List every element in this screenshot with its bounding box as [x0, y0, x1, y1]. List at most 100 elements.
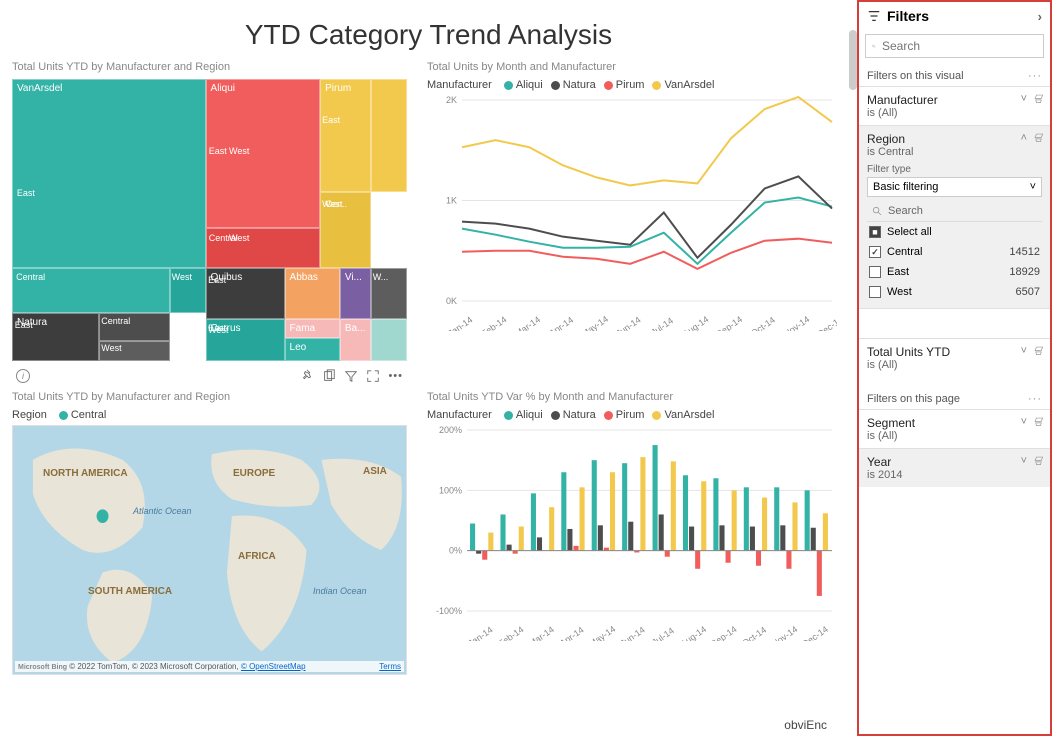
- report-canvas: YTD Category Trend Analysis Total Units …: [0, 0, 857, 736]
- osm-link[interactable]: © OpenStreetMap: [241, 662, 306, 671]
- terms-link[interactable]: Terms: [379, 662, 401, 671]
- bar-legend: Manufacturer AliquiNaturaPirumVanArsdel: [427, 409, 845, 421]
- treemap-cell[interactable]: CurrusEastWest: [206, 319, 285, 361]
- treemap-cell[interactable]: Leo: [285, 338, 340, 361]
- filter-option[interactable]: East18929: [867, 262, 1042, 282]
- filter-type-select[interactable]: Basic filtering˅: [867, 177, 1042, 197]
- chevron-up-icon[interactable]: ˄: [1021, 132, 1027, 144]
- svg-text:Aug-14: Aug-14: [681, 314, 711, 331]
- line-chart-visual[interactable]: Total Units by Month and Manufacturer Ma…: [427, 61, 845, 361]
- svg-text:-100%: -100%: [436, 606, 462, 616]
- svg-text:Jun-14: Jun-14: [618, 625, 646, 641]
- more-icon[interactable]: ···: [1028, 393, 1042, 405]
- map-visual[interactable]: Total Units YTD by Manufacturer and Regi…: [12, 391, 407, 676]
- treemap-cell[interactable]: [371, 79, 407, 192]
- treemap-cell[interactable]: AliquiEastWest: [206, 79, 321, 228]
- filter-icon[interactable]: [344, 369, 358, 383]
- search-input[interactable]: [882, 39, 1037, 53]
- treemap-cell[interactable]: West: [170, 268, 206, 313]
- viz-title: Total Units YTD Var % by Month and Manuf…: [427, 391, 845, 403]
- page-filters-section: Filters on this page···: [859, 389, 1050, 409]
- scrollbar[interactable]: [849, 30, 857, 90]
- svg-text:Apr-14: Apr-14: [558, 625, 586, 641]
- svg-text:Jun-14: Jun-14: [614, 315, 642, 331]
- page-title: YTD Category Trend Analysis: [4, 19, 853, 51]
- svg-text:Jan-14: Jan-14: [446, 315, 474, 331]
- clear-icon[interactable]: [1033, 345, 1044, 356]
- pin-icon[interactable]: [300, 369, 314, 383]
- svg-text:Nov-14: Nov-14: [782, 314, 812, 331]
- visual-toolbar: i •••: [12, 367, 407, 385]
- svg-text:Apr-14: Apr-14: [547, 315, 575, 331]
- map-body[interactable]: NORTH AMERICA EUROPE ASIA AFRICA SOUTH A…: [12, 425, 407, 675]
- treemap-cell[interactable]: VanArsdelEast: [12, 79, 206, 268]
- more-icon[interactable]: •••: [388, 370, 403, 382]
- treemap-cell[interactable]: Central: [99, 313, 170, 341]
- search-icon: [872, 40, 876, 53]
- treemap-cell[interactable]: WestCen..: [320, 192, 371, 268]
- treemap-cell[interactable]: Ba...: [340, 319, 372, 361]
- focus-icon[interactable]: [366, 369, 380, 383]
- treemap-body[interactable]: VanArsdelEastCentralWestNaturaEastCentra…: [12, 79, 407, 361]
- filter-card-region[interactable]: ˄ Region is Central Filter type Basic fi…: [859, 125, 1050, 308]
- clear-icon[interactable]: [1033, 416, 1044, 427]
- chevron-down-icon[interactable]: ˅: [1021, 93, 1027, 105]
- filter-pane-icon: [867, 9, 881, 23]
- treemap-cell[interactable]: Vi...: [340, 268, 372, 319]
- svg-text:Nov-14: Nov-14: [770, 624, 800, 641]
- treemap-cell[interactable]: West: [99, 341, 170, 361]
- treemap-cell[interactable]: CentralWest: [206, 228, 321, 267]
- treemap-cell[interactable]: QuibusEast: [206, 268, 285, 319]
- chevron-down-icon: ˅: [1030, 181, 1036, 193]
- bar-chart-visual[interactable]: Total Units YTD Var % by Month and Manuf…: [427, 391, 845, 676]
- filters-pane: Filters › Filters on this visual··· ˅ Ma…: [857, 0, 1052, 736]
- treemap-visual[interactable]: Total Units YTD by Manufacturer and Regi…: [12, 61, 407, 361]
- svg-text:Oct-14: Oct-14: [749, 315, 777, 331]
- clear-icon[interactable]: [1033, 93, 1044, 104]
- treemap-cell[interactable]: [371, 319, 407, 361]
- more-icon[interactable]: ···: [1028, 70, 1042, 82]
- svg-text:1K: 1K: [446, 196, 457, 206]
- clear-icon[interactable]: [1033, 455, 1044, 466]
- checkbox[interactable]: [869, 266, 881, 278]
- chevron-down-icon[interactable]: ˅: [1021, 345, 1027, 357]
- chevron-down-icon[interactable]: ˅: [1021, 416, 1027, 428]
- svg-text:Sep-14: Sep-14: [715, 314, 745, 331]
- treemap-cell[interactable]: Abbas: [285, 268, 340, 319]
- chevron-down-icon[interactable]: ˅: [1021, 455, 1027, 467]
- collapse-icon[interactable]: ›: [1038, 9, 1042, 24]
- svg-text:0%: 0%: [449, 546, 462, 556]
- checkbox[interactable]: ■: [869, 226, 881, 238]
- filter-option[interactable]: West6507: [867, 282, 1042, 302]
- treemap-cell[interactable]: Central: [12, 268, 170, 313]
- map-legend: Region Central: [12, 409, 407, 421]
- svg-text:May-14: May-14: [587, 624, 617, 641]
- treemap-cell[interactable]: NaturaEast: [12, 313, 99, 361]
- svg-text:100%: 100%: [439, 485, 462, 495]
- treemap-cell[interactable]: PirumEast: [320, 79, 371, 192]
- treemap-cell[interactable]: W...: [371, 268, 407, 319]
- filter-option[interactable]: ■Select all: [867, 222, 1042, 242]
- filter-card-manufacturer[interactable]: ˅ Manufacturer is (All): [859, 86, 1050, 125]
- svg-text:Mar-14: Mar-14: [513, 314, 542, 331]
- filter-options-search[interactable]: Search: [867, 201, 1042, 222]
- filter-option[interactable]: Central14512: [867, 242, 1042, 262]
- treemap-cell[interactable]: Fama: [285, 319, 340, 339]
- viz-title: Total Units YTD by Manufacturer and Regi…: [12, 61, 407, 73]
- checkbox[interactable]: [869, 246, 881, 258]
- filter-card-year[interactable]: ˅ Year is 2014: [859, 448, 1050, 487]
- checkbox[interactable]: [869, 286, 881, 298]
- svg-text:Jul-14: Jul-14: [650, 625, 676, 641]
- svg-text:2K: 2K: [446, 95, 457, 105]
- filters-header[interactable]: Filters ›: [859, 2, 1050, 30]
- filters-search[interactable]: [865, 34, 1044, 58]
- clear-icon[interactable]: [1033, 132, 1044, 143]
- svg-text:Oct-14: Oct-14: [740, 625, 768, 641]
- svg-text:Aug-14: Aug-14: [679, 624, 709, 641]
- svg-text:Jul-14: Jul-14: [649, 315, 675, 331]
- filter-card-segment[interactable]: ˅ Segment is (All): [859, 409, 1050, 448]
- info-icon[interactable]: i: [16, 369, 30, 383]
- filter-card-total-units[interactable]: ˅ Total Units YTD is (All): [859, 338, 1050, 377]
- copy-icon[interactable]: [322, 369, 336, 383]
- svg-text:0K: 0K: [446, 296, 457, 306]
